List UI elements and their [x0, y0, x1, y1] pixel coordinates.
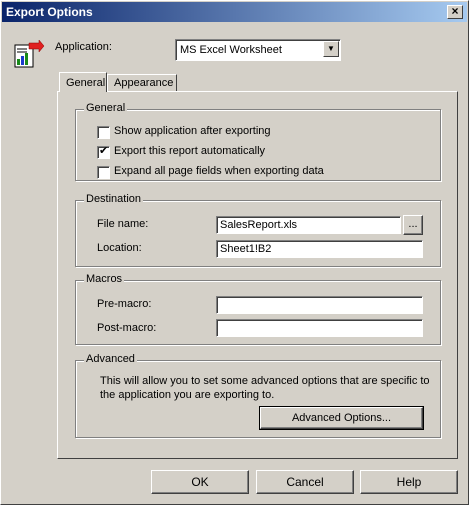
advanced-description: This will allow you to set some advanced… — [100, 375, 430, 401]
tab-general-label: General — [66, 77, 106, 89]
location-label: Location: — [97, 242, 142, 254]
post-macro-input[interactable] — [216, 319, 423, 337]
destination-group: Destination File name: SalesReport.xls .… — [75, 193, 441, 267]
general-group: General Show application after exporting… — [75, 102, 441, 181]
export-application-icon — [14, 39, 45, 68]
export-automatically-checkbox[interactable]: ✔ — [97, 145, 110, 159]
pre-macro-input[interactable] — [216, 296, 423, 314]
pre-macro-label: Pre-macro: — [97, 298, 152, 310]
show-application-checkbox[interactable] — [97, 126, 110, 139]
window-title: Export Options — [6, 5, 93, 19]
post-macro-label: Post-macro: — [97, 322, 157, 334]
macros-group: Macros Pre-macro: Post-macro: — [75, 273, 441, 345]
expand-page-fields-checkbox[interactable] — [97, 166, 110, 179]
help-button[interactable]: Help — [360, 470, 458, 494]
title-bar[interactable]: Export Options × — [2, 2, 467, 22]
application-select[interactable]: MS Excel Worksheet ▼ — [175, 39, 341, 61]
cancel-button[interactable]: Cancel — [256, 470, 354, 494]
file-name-label: File name: — [97, 218, 149, 230]
tab-appearance[interactable]: Appearance — [107, 74, 177, 92]
location-input[interactable]: Sheet1!B2 — [216, 240, 423, 258]
advanced-group: Advanced This will allow you to set some… — [75, 353, 441, 438]
file-name-input[interactable]: SalesReport.xls — [216, 216, 401, 234]
location-value: Sheet1!B2 — [220, 243, 272, 255]
application-label: Application: — [55, 41, 112, 53]
export-automatically-label[interactable]: Export this report automatically — [114, 145, 265, 157]
browse-button[interactable]: ... — [403, 215, 423, 235]
general-group-title: General — [84, 102, 128, 114]
advanced-options-button[interactable]: Advanced Options... — [259, 406, 424, 430]
file-name-value: SalesReport.xls — [220, 219, 298, 231]
expand-page-fields-label[interactable]: Expand all page fields when exporting da… — [114, 165, 324, 177]
chevron-down-icon[interactable]: ▼ — [323, 41, 339, 57]
tab-appearance-label: Appearance — [114, 77, 174, 89]
application-select-value: MS Excel Worksheet — [180, 44, 282, 56]
tab-general[interactable]: General — [59, 72, 107, 92]
checkmark-icon: ✔ — [99, 145, 109, 157]
macros-group-title: Macros — [84, 273, 125, 285]
advanced-group-title: Advanced — [84, 353, 137, 365]
ok-button[interactable]: OK — [151, 470, 249, 494]
show-application-label[interactable]: Show application after exporting — [114, 125, 271, 137]
general-tab-panel: General Show application after exporting… — [57, 91, 458, 459]
close-button[interactable]: × — [447, 5, 463, 19]
destination-group-title: Destination — [84, 193, 144, 205]
export-options-dialog: Export Options × Application: MS Excel W… — [0, 0, 469, 505]
